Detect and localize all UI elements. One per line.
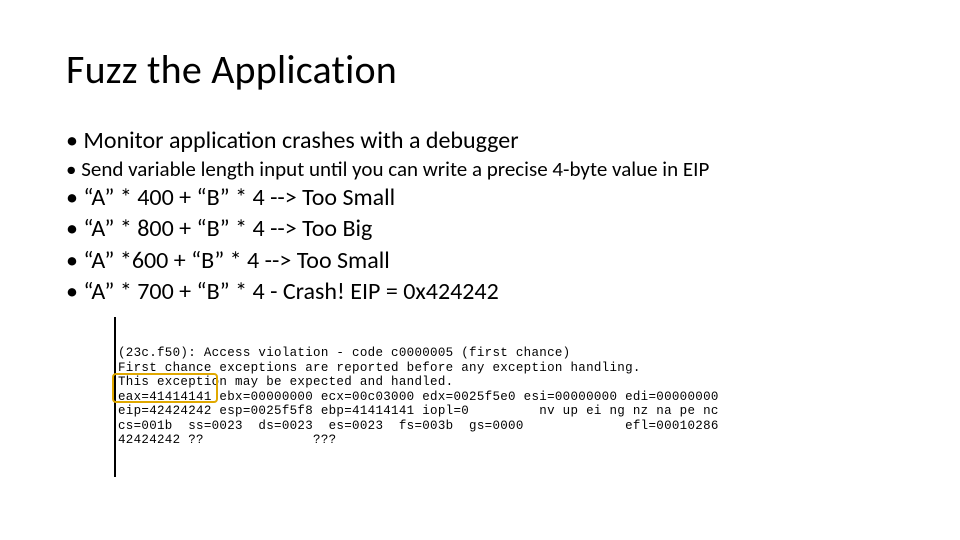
bullet-monitor: Monitor application crashes with a debug… <box>66 126 900 156</box>
step-600: “A” *600 + “B” * 4 --> Too Small <box>66 245 900 276</box>
dbg-line-6: cs=001b ss=0023 ds=0023 es=0023 fs=003b … <box>118 419 719 433</box>
step-700: “A” * 700 + “B” * 4 - Crash! EIP = 0x424… <box>66 276 900 307</box>
slide-body: Monitor application crashes with a debug… <box>66 126 900 477</box>
dbg-line-7: 42424242 ?? ??? <box>118 433 336 447</box>
eip-highlight <box>112 373 218 403</box>
bullet-send-variable: Send variable length input until you can… <box>66 156 900 182</box>
step-400: “A” * 400 + “B” * 4 --> Too Small <box>66 182 900 213</box>
step-800: “A” * 800 + “B” * 4 --> Too Big <box>66 213 900 244</box>
dbg-line-1: (23c.f50): Access violation - code c0000… <box>118 346 570 360</box>
dbg-line-5: eip=42424242 esp=0025f5f8 ebp=41414141 i… <box>118 404 719 418</box>
slide: Fuzz the Application Monitor application… <box>0 0 960 540</box>
debugger-output: (23c.f50): Access violation - code c0000… <box>114 317 900 477</box>
slide-title: Fuzz the Application <box>66 48 900 92</box>
